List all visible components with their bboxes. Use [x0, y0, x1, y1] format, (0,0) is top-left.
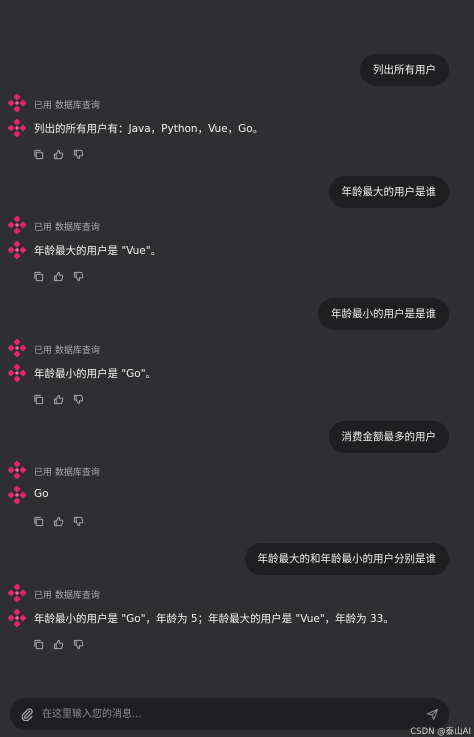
- message-actions: [33, 149, 84, 161]
- copy-icon[interactable]: [33, 271, 44, 282]
- ai-logo-icon: [8, 216, 26, 234]
- ai-logo-icon: [8, 364, 26, 382]
- ai-logo-icon: [8, 609, 26, 627]
- message-composer: [10, 698, 449, 730]
- thumbs-up-icon[interactable]: [53, 394, 64, 405]
- thumbs-up-icon[interactable]: [53, 639, 64, 650]
- paperclip-icon[interactable]: [20, 707, 34, 721]
- ai-logo-icon: [8, 339, 26, 357]
- user-message-bubble: 年龄最小的用户是是谁: [318, 298, 449, 330]
- ai-logo-icon: [8, 119, 26, 137]
- send-icon[interactable]: [426, 708, 439, 721]
- assistant-answer: 年龄最小的用户是 "Go"。: [34, 368, 157, 380]
- tool-used-label[interactable]: 已用 数据库查询: [34, 343, 100, 356]
- assistant-answer: Go: [34, 488, 49, 500]
- thumbs-up-icon[interactable]: [53, 516, 64, 527]
- ai-logo-icon: [8, 486, 26, 504]
- thumbs-up-icon[interactable]: [53, 149, 64, 160]
- tool-used-label[interactable]: 已用 数据库查询: [34, 220, 100, 233]
- tool-used-label[interactable]: 已用 数据库查询: [34, 98, 100, 111]
- chat-page: 列出所有用户 已用 数据库查询 列出的所有用户有：Java，Python，Vue…: [0, 0, 474, 737]
- copy-icon[interactable]: [33, 394, 44, 405]
- user-message-bubble: 年龄最大的用户是谁: [328, 176, 449, 208]
- assistant-answer: 列出的所有用户有：Java，Python，Vue，Go。: [34, 123, 264, 135]
- tool-used-label[interactable]: 已用 数据库查询: [34, 465, 100, 478]
- ai-logo-icon: [8, 461, 26, 479]
- thumbs-down-icon[interactable]: [73, 639, 84, 650]
- ai-logo-icon: [8, 241, 26, 259]
- thumbs-down-icon[interactable]: [73, 149, 84, 160]
- assistant-answer: 年龄最大的用户是 "Vue"。: [34, 245, 162, 257]
- message-actions: [33, 516, 84, 528]
- user-message-bubble: 年龄最大的和年龄最小的用户分别是谁: [244, 543, 449, 575]
- ai-logo-icon: [8, 94, 26, 112]
- ai-logo-icon: [8, 584, 26, 602]
- tool-used-label[interactable]: 已用 数据库查询: [34, 588, 100, 601]
- message-actions: [33, 639, 84, 651]
- thumbs-up-icon[interactable]: [53, 271, 64, 282]
- message-input[interactable]: [42, 698, 412, 730]
- message-actions: [33, 271, 84, 283]
- message-actions: [33, 394, 84, 406]
- thumbs-down-icon[interactable]: [73, 394, 84, 405]
- thumbs-down-icon[interactable]: [73, 271, 84, 282]
- copy-icon[interactable]: [33, 516, 44, 527]
- copy-icon[interactable]: [33, 149, 44, 160]
- thumbs-down-icon[interactable]: [73, 516, 84, 527]
- copy-icon[interactable]: [33, 639, 44, 650]
- assistant-answer: 年龄最小的用户是 "Go"，年龄为 5；年龄最大的用户是 "Vue"，年龄为 3…: [34, 613, 394, 625]
- user-message-bubble: 列出所有用户: [360, 54, 449, 86]
- user-message-bubble: 消费金额最多的用户: [328, 421, 449, 453]
- watermark: CSDN @泰山AI: [410, 727, 471, 737]
